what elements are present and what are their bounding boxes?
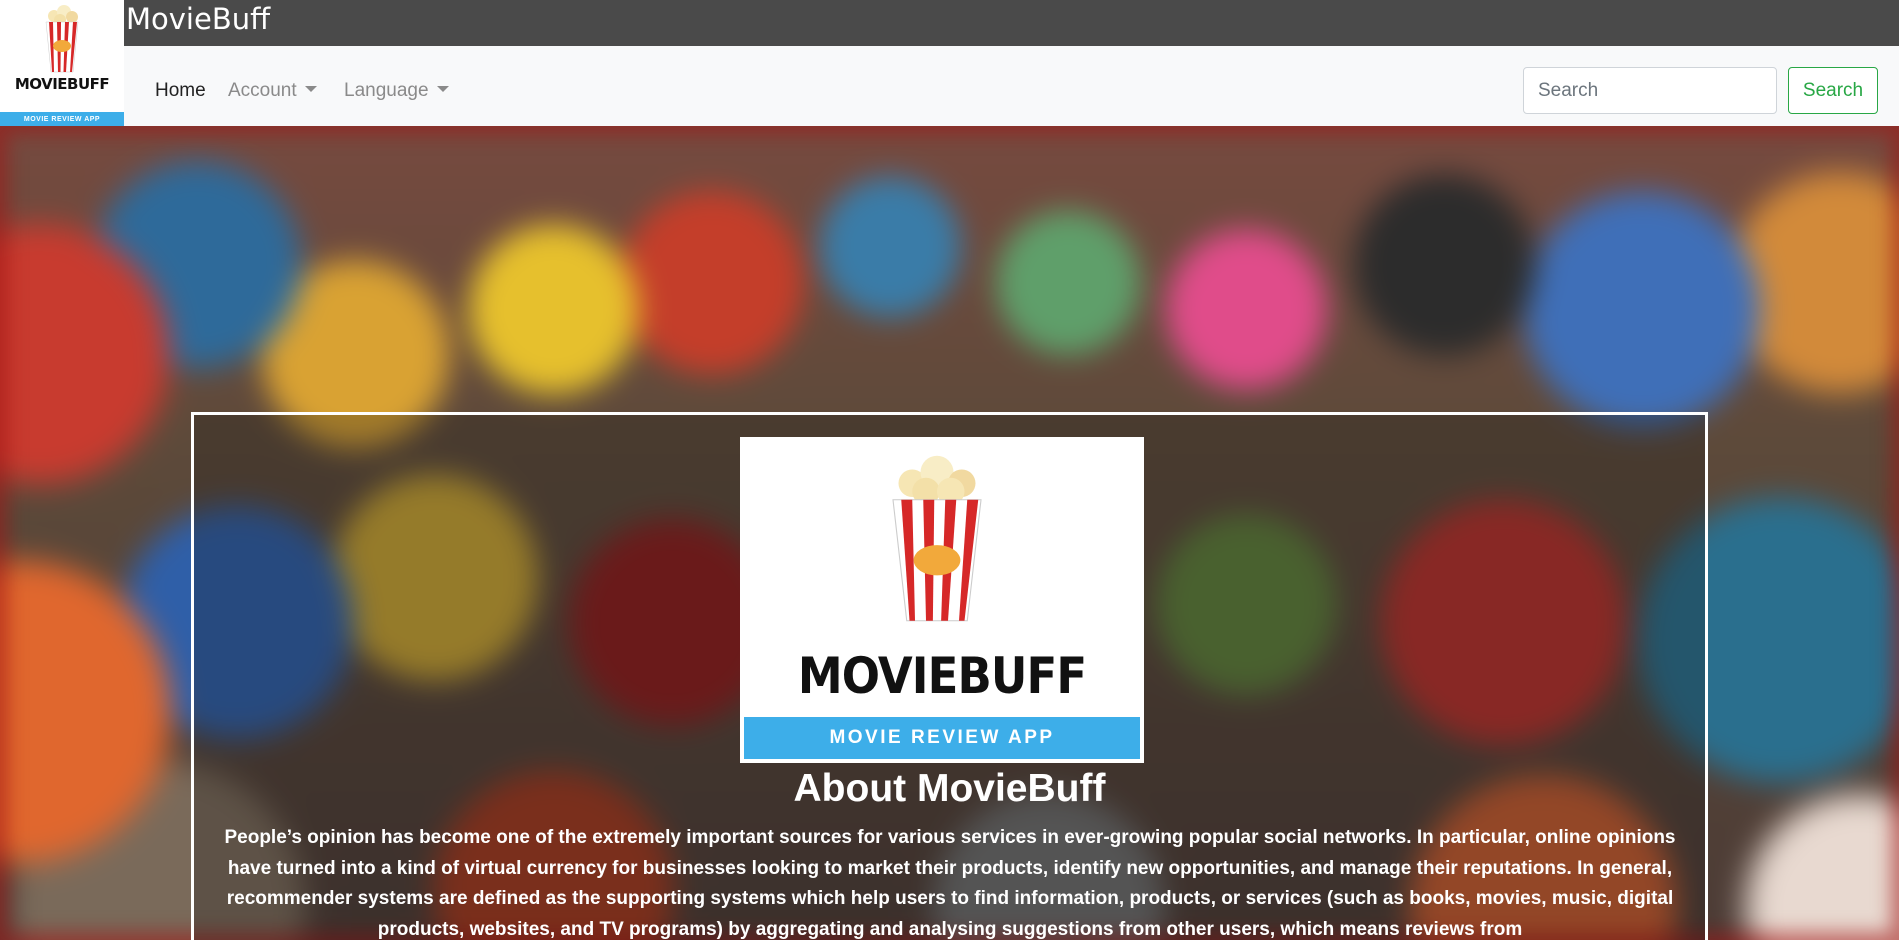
nav-account-label: Account (228, 80, 297, 101)
nav-account-dropdown[interactable]: Account (228, 80, 317, 102)
logo-wordmark: MOVIEBUFF (14, 75, 110, 93)
search-button[interactable]: Search (1788, 67, 1878, 114)
search-input[interactable] (1523, 67, 1777, 114)
nav-language-label: Language (344, 80, 429, 101)
popcorn-icon (892, 455, 982, 622)
popcorn-icon (45, 5, 79, 73)
logo-tagline: MOVIE REVIEW APP (744, 717, 1140, 759)
logo-tagline: MOVIE REVIEW APP (0, 112, 124, 126)
about-description: People’s opinion has become one of the e… (224, 827, 1676, 940)
hero-banner: MOVIEBUFF MOVIE REVIEW APP About MovieBu… (0, 126, 1899, 940)
title-bar: MovieBuff (124, 0, 1899, 46)
chevron-down-icon (304, 85, 317, 92)
nav-home-link[interactable]: Home (155, 80, 206, 102)
nav-language-dropdown[interactable]: Language (344, 80, 449, 102)
logo-wordmark: MOVIEBUFF (797, 647, 1087, 705)
app-title[interactable]: MovieBuff (126, 2, 270, 36)
app-logo[interactable]: MOVIEBUFF MOVIE REVIEW APP (0, 0, 124, 126)
about-logo: MOVIEBUFF MOVIE REVIEW APP (740, 437, 1144, 763)
about-title: About MovieBuff (793, 767, 1106, 810)
chevron-down-icon (436, 85, 449, 92)
about-section: MOVIEBUFF MOVIE REVIEW APP About MovieBu… (191, 412, 1708, 940)
